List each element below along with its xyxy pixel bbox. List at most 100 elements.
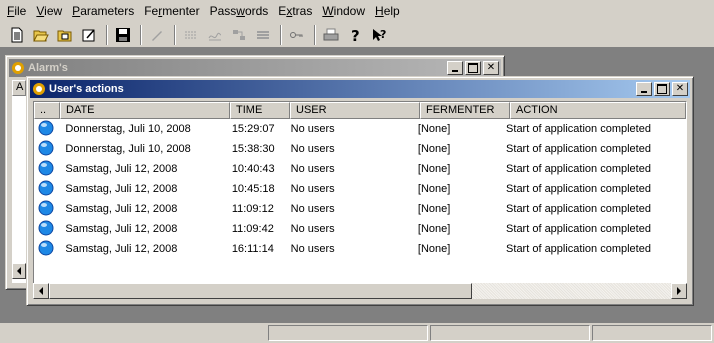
table-row[interactable]: Samstag, Juli 12, 2008 16:11:14 No users [N…	[34, 239, 686, 259]
arrow-right-icon	[677, 287, 681, 295]
menu-parameters[interactable]: Parameters	[67, 1, 139, 21]
row-marker	[34, 240, 59, 259]
column-header-date[interactable]: DATE	[60, 102, 230, 119]
maximize-button[interactable]	[465, 61, 481, 75]
cell-action: Start of application completed	[506, 123, 651, 135]
whats-this-icon[interactable]: ?	[368, 24, 390, 46]
scroll-thumb[interactable]	[49, 283, 472, 299]
info-globe-icon	[38, 120, 54, 135]
table-row[interactable]: Samstag, Juli 12, 2008 11:09:12 No users [N…	[34, 199, 686, 219]
cell-time: 11:09:42	[231, 223, 274, 235]
cell-date: Donnerstag, Juli 10, 2008	[65, 143, 191, 155]
info-globe-icon	[38, 180, 54, 195]
close-button[interactable]: ✕	[672, 82, 688, 96]
table-row[interactable]: Samstag, Juli 12, 2008 11:09:42 No users [N…	[34, 219, 686, 239]
users-actions-window[interactable]: User's actions ✕ .. DATE TIME USER FERME…	[26, 76, 694, 306]
cell-fermenter: [None]	[417, 163, 451, 175]
chart-icon[interactable]	[204, 24, 226, 46]
menu-passwords[interactable]: Passwords	[205, 1, 274, 21]
minimize-button[interactable]	[447, 61, 463, 75]
cell-date: Donnerstag, Juli 10, 2008	[65, 123, 191, 135]
arrow-left-icon	[39, 287, 43, 295]
minimize-button[interactable]	[636, 82, 652, 96]
arrow-left-icon	[17, 267, 21, 275]
scroll-right-button[interactable]	[671, 283, 687, 299]
cell-fermenter: [None]	[417, 123, 451, 135]
users-actions-titlebar[interactable]: User's actions ✕	[30, 80, 690, 98]
cell-user: No users	[290, 203, 335, 215]
cell-user: No users	[290, 223, 335, 235]
menu-view[interactable]: View	[31, 1, 67, 21]
cell-action: Start of application completed	[506, 183, 651, 195]
toolbar-separator	[280, 24, 282, 45]
table-row[interactable]: Donnerstag, Juli 10, 2008 15:38:30 No user…	[34, 139, 686, 159]
cell-action: Start of application completed	[506, 243, 651, 255]
cell-date: Samstag, Juli 12, 2008	[65, 223, 178, 235]
menu-window[interactable]: Window	[317, 1, 370, 21]
open-folder-icon[interactable]	[54, 24, 76, 46]
cell-date: Samstag, Juli 12, 2008	[65, 243, 178, 255]
cell-time: 15:38:30	[231, 143, 275, 155]
horizontal-scrollbar[interactable]	[33, 283, 687, 299]
row-marker	[34, 200, 59, 219]
save-icon[interactable]	[112, 24, 134, 46]
menu-help[interactable]: Help	[370, 1, 405, 21]
cell-user: No users	[290, 143, 335, 155]
maximize-button[interactable]	[654, 82, 670, 96]
menu-fermenter[interactable]: Fermenter	[139, 1, 204, 21]
cell-date: Samstag, Juli 12, 2008	[65, 203, 178, 215]
cell-fermenter: [None]	[417, 183, 451, 195]
print-icon[interactable]	[320, 24, 342, 46]
column-header-time[interactable]: TIME	[230, 102, 290, 119]
scroll-track[interactable]	[49, 283, 671, 299]
info-globe-icon	[38, 160, 54, 175]
cell-time: 10:45:18	[231, 183, 275, 195]
cell-action: Start of application completed	[506, 163, 651, 175]
table-row[interactable]: Samstag, Juli 12, 2008 10:40:43 No users [N…	[34, 159, 686, 179]
properties-icon[interactable]	[78, 24, 100, 46]
row-marker	[34, 140, 59, 159]
table-row[interactable]: Donnerstag, Juli 10, 2008 15:29:07 No user…	[34, 119, 686, 139]
new-icon[interactable]	[6, 24, 28, 46]
row-marker	[34, 220, 59, 239]
svg-text:?: ?	[380, 28, 386, 41]
cell-fermenter: [None]	[417, 223, 451, 235]
cell-action: Start of application completed	[506, 143, 651, 155]
key-icon[interactable]	[286, 24, 308, 46]
scroll-left-button[interactable]	[33, 283, 49, 299]
column-header-action[interactable]: ACTION	[510, 102, 686, 119]
info-globe-icon	[38, 200, 54, 215]
info-globe-icon	[38, 240, 54, 255]
toolbar-separator	[314, 24, 316, 45]
open-icon[interactable]	[30, 24, 52, 46]
grid-body: Donnerstag, Juli 10, 2008 15:29:07 No user…	[34, 119, 686, 259]
menu-extras[interactable]: Extras	[273, 1, 317, 21]
status-panel	[592, 325, 712, 341]
grid-icon[interactable]	[180, 24, 202, 46]
cell-fermenter: [None]	[417, 143, 451, 155]
cell-user: No users	[290, 163, 335, 175]
help-icon[interactable]: ?	[344, 24, 366, 46]
status-panel	[430, 325, 590, 341]
column-header-marker[interactable]: ..	[34, 102, 60, 119]
info-globe-icon	[38, 140, 54, 155]
menu-file[interactable]: File	[2, 1, 31, 21]
list-icon[interactable]	[252, 24, 274, 46]
close-button[interactable]: ✕	[483, 61, 499, 75]
row-marker	[34, 120, 59, 139]
table-row[interactable]: Samstag, Juli 12, 2008 10:45:18 No users [N…	[34, 179, 686, 199]
column-header-user[interactable]: USER	[290, 102, 420, 119]
cell-action: Start of application completed	[506, 203, 651, 215]
actions-grid: .. DATE TIME USER FERMENTER ACTION Donne…	[33, 101, 687, 299]
pen-icon[interactable]	[146, 24, 168, 46]
network-icon[interactable]	[228, 24, 250, 46]
column-header-fermenter[interactable]: FERMENTER	[420, 102, 510, 119]
toolbar-separator	[174, 24, 176, 45]
alarms-titlebar[interactable]: Alarm's ✕	[9, 59, 501, 77]
alarms-title: Alarm's	[28, 62, 68, 74]
status-bar	[0, 323, 714, 343]
alarms-scroll-left-button[interactable]	[12, 263, 26, 279]
cell-user: No users	[290, 243, 335, 255]
cell-time: 15:29:07	[231, 123, 275, 135]
cell-fermenter: [None]	[417, 203, 451, 215]
